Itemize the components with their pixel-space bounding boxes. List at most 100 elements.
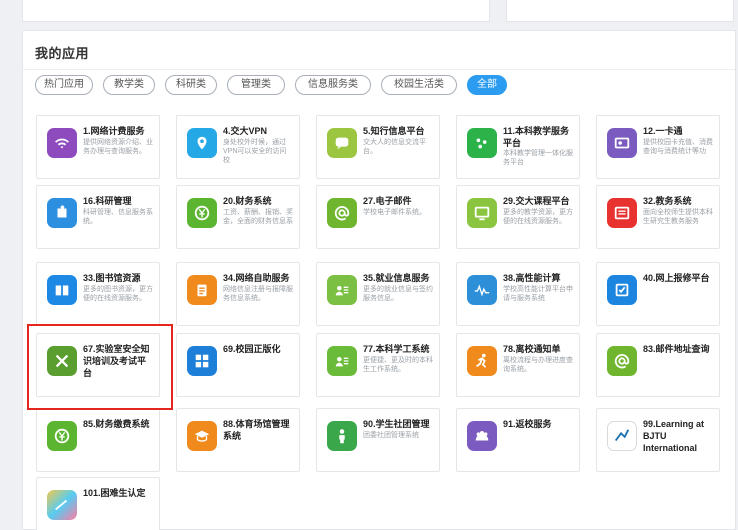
runner-icon [467, 346, 497, 376]
app-description: 更便捷、更及时的本科生工作系统。 [363, 357, 433, 373]
app-title: 88.体育场馆管理系统 [223, 419, 290, 441]
app-title: 1.网络计费服务 [83, 126, 145, 136]
top-card-left [22, 0, 490, 22]
app-title: 77.本科学工系统 [363, 344, 430, 354]
puzzle-icon [47, 198, 77, 228]
app-title: 20.财务系统 [223, 196, 272, 206]
chat-bubble-icon [327, 128, 357, 158]
app-tile[interactable]: 5.知行信息平台交大人的信息交流平台。 [316, 115, 440, 179]
filter-info-service[interactable]: 信息服务类 [295, 75, 371, 95]
app-title: 101.困难生认定 [83, 488, 146, 498]
app-description: 学校高性能计算平台申请与服务系统 [503, 286, 573, 302]
app-title: 12.一卡通 [643, 126, 683, 136]
app-tile[interactable]: 91.返校服务 [456, 408, 580, 472]
app-tile[interactable]: 69.校园正版化 [176, 333, 300, 397]
app-tile[interactable]: 88.体育场馆管理系统 [176, 408, 300, 472]
user-list-icon [327, 346, 357, 376]
waveform-icon [467, 275, 497, 305]
app-tile[interactable]: 16.科研管理科研管理、信息服务系统。 [36, 185, 160, 249]
app-tile[interactable]: 4.交大VPN 身处校外时候，通过VPN可以安全的访问校 [176, 115, 300, 179]
at-icon [327, 198, 357, 228]
pen-check-icon [607, 421, 637, 451]
app-title: 32.教务系统 [643, 196, 692, 206]
app-title: 99.Learning at BJTU International [643, 419, 705, 453]
filter-all[interactable]: 全部 [467, 75, 507, 95]
app-tile[interactable]: 35.就业信息服务更多的就业信息与签约服务信息。 [316, 262, 440, 326]
app-title: 34.网络自助服务 [223, 273, 290, 283]
person-icon [327, 421, 357, 451]
app-description: 工资、薪酬、报销、奖金，全面的财务信息系 [223, 209, 293, 225]
app-tile[interactable]: 11.本科教学服务平台本科教学管理一体化服务平台 [456, 115, 580, 179]
app-tile[interactable]: 99.Learning at BJTU International [596, 408, 720, 472]
app-title: 35.就业信息服务 [363, 273, 430, 283]
clipboard-icon [187, 275, 217, 305]
checkbox-icon [607, 275, 637, 305]
app-title: 67.实验室安全知识培训及考试平台 [83, 344, 150, 378]
app-tile[interactable]: 90.学生社团管理 团委社团管理系统 [316, 408, 440, 472]
app-title: 78.离校通知单 [503, 344, 561, 354]
app-title: 33.图书馆资源 [83, 273, 141, 283]
app-tile[interactable]: 77.本科学工系统更便捷、更及时的本科生工作系统。 [316, 333, 440, 397]
app-tile[interactable]: 27.电子邮件学校电子邮件系统。 [316, 185, 440, 249]
app-description: 本科教学管理一体化服务平台 [503, 150, 573, 166]
app-description: 交大人的信息交流平台。 [363, 139, 426, 155]
filter-research[interactable]: 科研类 [165, 75, 217, 95]
app-description: 提供网络资源介绍、业务办理与查询服务。 [83, 139, 153, 155]
app-tile[interactable]: 34.网络自助服务网络信息注册与报障服务信息系统。 [176, 262, 300, 326]
wifi-icon [47, 128, 77, 158]
app-tile[interactable]: 29.交大课程平台更多的教学资源，更方便的在线资源服务。 [456, 185, 580, 249]
app-tile[interactable]: 1.网络计费服务提供网络资源介绍、业务办理与查询服务。 [36, 115, 160, 179]
filter-campus-life[interactable]: 校园生活类 [381, 75, 457, 95]
app-tile[interactable]: 101.困难生认定 [36, 477, 160, 530]
calendar-icon [607, 198, 637, 228]
divider [23, 69, 735, 70]
app-title: 91.返校服务 [503, 419, 552, 429]
app-description: 面向全校师生提供本科生研究生教务服务 [643, 209, 713, 225]
app-tile[interactable]: 83.邮件地址查询 [596, 333, 720, 397]
graduation-cap-icon [187, 421, 217, 451]
book-icon [47, 275, 77, 305]
app-tile[interactable]: 78.离校通知单 离校流程与办理进度查询系统。 [456, 333, 580, 397]
app-title: 90.学生社团管理 [363, 419, 430, 429]
yen-icon [187, 198, 217, 228]
app-tile[interactable]: 40.网上报修平台 [596, 262, 720, 326]
yen-icon [47, 421, 77, 451]
app-tile[interactable]: 32.教务系统面向全校师生提供本科生研究生教务服务 [596, 185, 720, 249]
top-card-right [506, 0, 734, 22]
filter-hot[interactable]: 热门应用 [35, 75, 93, 95]
app-description: 更多的教学资源，更方便的在线资源服务。 [503, 209, 573, 225]
monitor-icon [467, 198, 497, 228]
app-tile[interactable]: 85.财务缴费系统 [36, 408, 160, 472]
app-title: 4.交大VPN [223, 126, 268, 136]
app-description: 更多的就业信息与签约服务信息。 [363, 286, 433, 302]
tools-icon [47, 346, 77, 376]
app-description: 网络信息注册与报障服务信息系统。 [223, 286, 293, 302]
app-title: 69.校园正版化 [223, 344, 281, 354]
app-title: 38.高性能计算 [503, 273, 561, 283]
app-description: 更多的图书资源，更方便的在线资源服务。 [83, 286, 153, 302]
user-list-icon [327, 275, 357, 305]
app-tile[interactable]: 12.一卡通提供校园卡充值、消费查询与消费统计等功 [596, 115, 720, 179]
app-description: 科研管理、信息服务系统。 [83, 209, 153, 225]
app-description: 提供校园卡充值、消费查询与消费统计等功 [643, 139, 713, 155]
app-title: 40.网上报修平台 [643, 273, 710, 283]
app-tile[interactable]: 67.实验室安全知识培训及考试平台 [36, 333, 160, 397]
app-title: 11.本科教学服务平台 [503, 126, 570, 148]
app-description: 团委社团管理系统 [363, 432, 419, 439]
app-title: 29.交大课程平台 [503, 196, 570, 206]
app-tile[interactable]: 33.图书馆资源更多的图书资源，更方便的在线资源服务。 [36, 262, 160, 326]
windows-icon [187, 346, 217, 376]
app-description: 身处校外时候，通过VPN可以安全的访问校 [223, 139, 287, 164]
filter-management[interactable]: 管理类 [227, 75, 285, 95]
group-icon [467, 421, 497, 451]
app-tile[interactable]: 38.高性能计算学校高性能计算平台申请与服务系统 [456, 262, 580, 326]
app-title: 27.电子邮件 [363, 196, 412, 206]
dots-icon [467, 128, 497, 158]
app-tile[interactable]: 20.财务系统工资、薪酬、报销、奖金，全面的财务信息系 [176, 185, 300, 249]
filter-teaching[interactable]: 教学类 [103, 75, 155, 95]
app-description: 学校电子邮件系统。 [363, 209, 426, 216]
app-title: 16.科研管理 [83, 196, 132, 206]
app-title: 5.知行信息平台 [363, 126, 425, 136]
section-title: 我的应用 [35, 46, 90, 61]
app-title: 85.财务缴费系统 [83, 419, 150, 429]
